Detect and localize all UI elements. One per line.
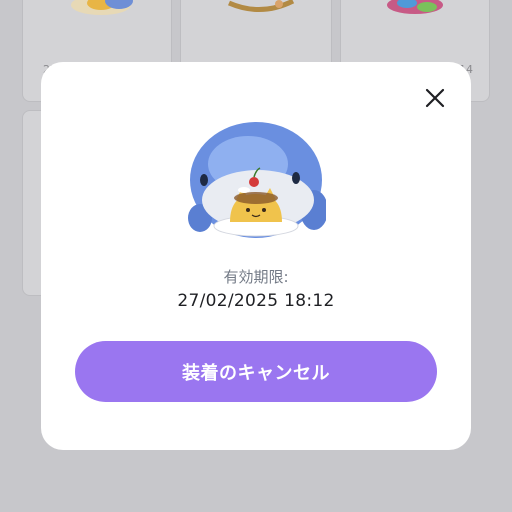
unequip-dialog: 有効期限: 27/02/2025 18:12 装着のキャンセル [41, 62, 471, 450]
close-button[interactable] [423, 86, 447, 110]
cancel-equip-button[interactable]: 装着のキャンセル [75, 341, 437, 402]
whale-sticker-image [188, 122, 326, 238]
item-thumbnail [71, 0, 133, 15]
item-thumbnail [227, 0, 295, 13]
close-icon [425, 88, 445, 108]
expiry-date: 27/02/2025 18:12 [177, 291, 335, 311]
item-thumbnail [387, 0, 443, 14]
expiry-label: 有効期限: [223, 268, 289, 286]
